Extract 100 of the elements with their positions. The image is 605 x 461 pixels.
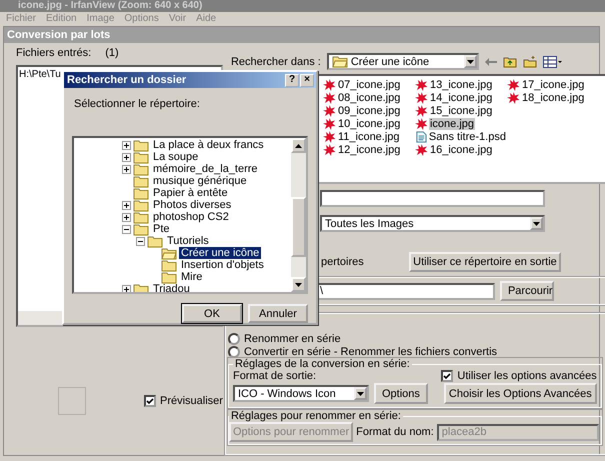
folder-dropdown[interactable]: Créer une icône	[326, 53, 479, 70]
tree-item[interactable]: Créer une icône	[179, 247, 262, 260]
collapse-icon[interactable]	[122, 224, 131, 234]
mode-radio[interactable]	[228, 332, 240, 344]
folder-icon	[133, 198, 149, 212]
check-icon	[146, 398, 154, 404]
view-menu-icon[interactable]	[542, 56, 563, 68]
folder-icon	[133, 186, 149, 200]
new-folder-icon[interactable]	[522, 56, 537, 68]
back-arrow-icon[interactable]	[484, 58, 497, 66]
open-folder-icon	[161, 246, 177, 260]
splat-icon	[414, 104, 428, 116]
folder-icon	[133, 138, 149, 152]
expand-icon[interactable]	[122, 152, 131, 162]
subfolders-label: pertoires	[320, 256, 365, 268]
splat-icon	[322, 78, 336, 90]
tree-item[interactable]: musique générique	[151, 175, 249, 188]
panel-title: Conversion par lots	[4, 27, 599, 43]
check-icon	[443, 372, 452, 380]
advanced-options-button[interactable]: Choisir les Options Avancées	[444, 383, 597, 404]
file-type-dropdown[interactable]: Toutes les Images	[320, 215, 545, 232]
file-item[interactable]: 18_icone.jpg	[520, 92, 586, 104]
dialog-title: Rechercher un dossier	[67, 74, 186, 86]
folder-icon	[133, 222, 149, 236]
collapse-icon[interactable]	[136, 236, 145, 246]
help-button[interactable]: ?	[285, 74, 299, 87]
splat-icon	[414, 92, 428, 104]
splat-icon	[414, 118, 428, 130]
splat-icon	[414, 78, 428, 90]
file-item[interactable]: 12_icone.jpg	[336, 144, 402, 156]
document-icon	[414, 130, 427, 142]
tree-item[interactable]: photoshop CS2	[151, 211, 231, 224]
splat-icon	[322, 144, 336, 156]
up-folder-icon[interactable]	[502, 56, 517, 68]
folder-icon	[133, 282, 149, 292]
file-item[interactable]: 07_icone.jpg	[336, 78, 402, 90]
file-item[interactable]: 16_icone.jpg	[428, 144, 494, 156]
tree-item[interactable]: Mire	[179, 271, 204, 284]
file-item[interactable]: 14_icone.jpg	[428, 92, 494, 104]
down-arrow-icon	[295, 282, 302, 286]
search-label: Rechercher dans :	[230, 56, 321, 68]
tree-item[interactable]: Insertion d'objets	[179, 259, 266, 272]
tree-item[interactable]: Papier à entête	[151, 187, 230, 200]
tree-item[interactable]: La place à deux francs	[151, 139, 266, 152]
expand-icon[interactable]	[122, 140, 131, 150]
folder-icon	[133, 174, 149, 188]
use-as-output-button[interactable]: Utiliser ce répertoire en sortie	[408, 252, 561, 272]
folder-icon	[133, 150, 149, 164]
options-button[interactable]: Options	[374, 383, 428, 404]
file-name-field[interactable]	[320, 190, 545, 207]
mode-radio[interactable]	[228, 346, 240, 358]
file-item[interactable]: 17_icone.jpg	[520, 78, 586, 90]
browse-button[interactable]: Parcourir	[500, 281, 554, 301]
splat-icon	[322, 130, 336, 142]
name-format-label: Format du nom:	[356, 426, 434, 438]
splat-icon	[322, 92, 336, 104]
splat-icon	[322, 104, 336, 116]
preview-box	[58, 387, 86, 415]
format-label: Format de sortie:	[232, 370, 316, 382]
file-item[interactable]: icone.jpg	[428, 118, 476, 130]
advanced-label: Utiliser les options avancées	[457, 370, 597, 382]
file-item[interactable]: 09_icone.jpg	[336, 104, 402, 116]
close-button[interactable]: ×	[300, 74, 314, 87]
folder-icon	[133, 210, 149, 224]
expand-icon[interactable]	[122, 200, 131, 210]
preview-checkbox[interactable]	[144, 395, 156, 407]
folder-icon	[161, 270, 177, 284]
splat-icon	[322, 118, 336, 130]
splat-icon	[506, 78, 520, 90]
vertical-scrollbar[interactable]	[291, 138, 306, 292]
input-files-label: Fichiers entrés:	[16, 47, 92, 59]
tree-item[interactable]: Tutoriels	[165, 235, 211, 248]
splat-icon	[414, 144, 428, 156]
expand-icon[interactable]	[122, 164, 131, 174]
file-item[interactable]: 08_icone.jpg	[336, 92, 402, 104]
file-item[interactable]: 13_icone.jpg	[428, 78, 494, 90]
file-count: (1)	[105, 47, 119, 59]
tree-item[interactable]: Pte	[151, 223, 172, 236]
expand-icon[interactable]	[122, 284, 131, 292]
file-item[interactable]: 15_icone.jpg	[428, 104, 494, 116]
advanced-checkbox[interactable]	[441, 370, 454, 382]
file-item[interactable]: 10_icone.jpg	[336, 118, 402, 130]
ok-button[interactable]: OK	[182, 304, 242, 323]
file-item[interactable]: 11_icone.jpg	[336, 130, 401, 142]
conversion-settings-title: Réglages de la conversion en série:	[234, 358, 411, 370]
mode-label: Convertir en série - Renommer les fichiers convertis	[244, 346, 498, 358]
folder-icon	[161, 258, 177, 272]
tree-item[interactable]: mémoire_de_la_terre	[151, 163, 260, 176]
splat-icon	[506, 92, 520, 104]
rename-settings-title: Réglages pour renommer en série:	[230, 410, 402, 422]
down-arrow-icon	[356, 392, 364, 396]
expand-icon[interactable]	[122, 212, 131, 222]
open-folder-icon	[332, 55, 348, 68]
folder-icon	[133, 162, 149, 176]
cancel-button[interactable]: Annuler	[248, 304, 308, 323]
file-item[interactable]: Sans titre-1.psd	[428, 130, 507, 142]
tree-item[interactable]: La soupe	[151, 151, 200, 164]
output-format-dropdown[interactable]: ICO - Windows Icon	[232, 385, 369, 402]
down-arrow-icon	[466, 60, 474, 64]
tree-item[interactable]: Photos diverses	[151, 199, 234, 212]
